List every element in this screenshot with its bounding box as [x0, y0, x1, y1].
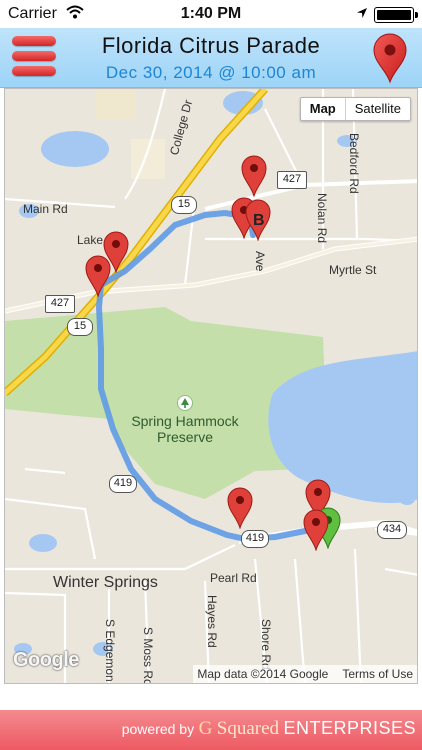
route-shield-15-left: 15 [67, 318, 93, 336]
street-label-nolan-rd: Nolan Rd [315, 193, 329, 244]
powered-by-label: powered by [121, 721, 195, 737]
footer-banner: powered by G Squared ENTERPRISES [0, 710, 422, 750]
park-label: Spring Hammock Preserve [125, 395, 245, 445]
park-label-line2: Preserve [156, 429, 214, 445]
street-label-hayes-rd: Hayes Rd [205, 595, 219, 648]
street-label-s-moss-rd: S Moss Rd [141, 627, 155, 684]
map-marker[interactable] [241, 155, 267, 197]
map-type-satellite-button[interactable]: Satellite [346, 98, 410, 120]
street-label-pearl-rd: Pearl Rd [210, 571, 257, 585]
marker-b-label: B [253, 212, 265, 229]
battery-icon [374, 7, 418, 23]
town-label-winter-springs: Winter Springs [53, 574, 158, 591]
google-logo: Google [13, 649, 79, 671]
route-shield-419-mid: 419 [109, 475, 137, 493]
park-icon [177, 395, 193, 411]
street-label-shore-rd: Shore Rd [259, 619, 273, 670]
brand-enterprises: ENTERPRISES [283, 718, 416, 738]
street-label-myrtle-st: Myrtle St [329, 263, 377, 277]
route-shield-419-bottom: 419 [241, 530, 269, 548]
route-shield-427-top: 427 [277, 171, 307, 189]
park-label-line1: Spring Hammock [131, 413, 239, 429]
street-label-bedford-rd: Bedford Rd [347, 133, 361, 194]
place-label-lake: Lake [77, 233, 104, 247]
status-bar: Carrier 1:40 PM [0, 0, 422, 28]
powered-by-credit: powered by G Squared ENTERPRISES [122, 718, 416, 740]
route-shield-434: 434 [377, 521, 407, 539]
map-attribution: Map data ©2014 Google Terms of Use [193, 665, 417, 683]
map-marker[interactable] [303, 509, 329, 551]
street-label-ave: Ave [253, 251, 267, 272]
page-title: Florida Citrus Parade [101, 33, 321, 58]
street-label-s-edgemon: S Edgemon [103, 619, 117, 682]
app-header: Florida Citrus Parade Dec 30, 2014 @ 10:… [0, 28, 422, 88]
terms-of-use-link[interactable]: Terms of Use [342, 665, 413, 683]
map-type-control: Map Satellite [299, 97, 411, 121]
street-label-main-rd: Main Rd [23, 202, 68, 216]
location-arrow-icon [356, 6, 368, 24]
route-shield-427-left: 427 [45, 295, 75, 313]
map-type-map-button[interactable]: Map [301, 98, 346, 120]
brand-squared: Squared [216, 718, 280, 739]
brand-g: G [198, 718, 213, 739]
route-shield-15-top: 15 [171, 196, 197, 214]
map-pin-icon[interactable] [372, 32, 408, 84]
map-marker[interactable] [227, 487, 253, 529]
event-datetime: Dec 30, 2014 @ 10:00 am [105, 63, 317, 82]
map-data-label: Map data ©2014 Google [197, 667, 329, 681]
hamburger-menu-icon[interactable] [12, 34, 56, 78]
route-map[interactable]: Map Satellite College Dr Main Rd Lake Be… [4, 88, 418, 684]
map-marker[interactable] [85, 255, 111, 297]
